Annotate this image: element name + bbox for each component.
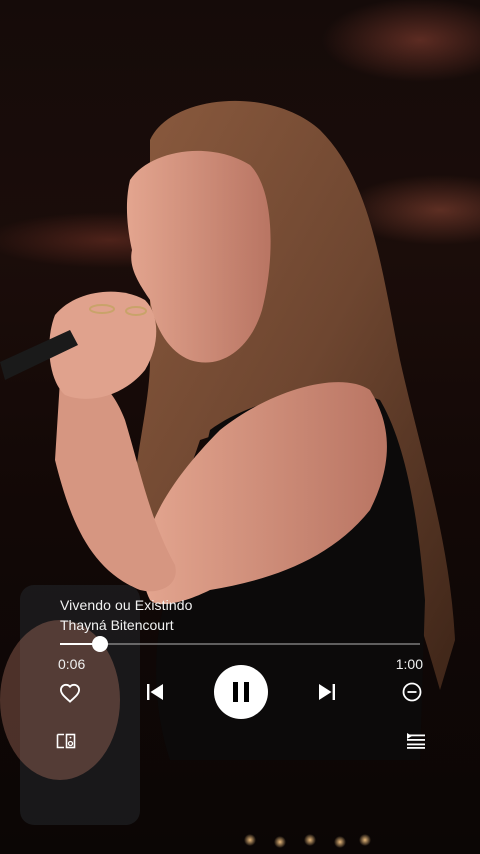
song-title[interactable]: Vivendo ou Existindo [60,596,193,614]
progress-bar[interactable] [60,636,420,652]
progress-thumb[interactable] [91,636,108,652]
connect-device-icon [56,733,76,749]
skip-next-icon [319,684,335,700]
hide-song-button[interactable] [400,680,424,704]
heart-icon [59,683,81,703]
pause-icon [233,682,249,702]
connect-devices-button[interactable] [54,730,78,752]
total-duration: 1:00 [395,656,423,672]
bokeh-light [244,834,256,846]
bokeh-light [274,836,286,848]
bokeh-light [304,834,316,846]
elapsed-time: 0:06 [58,656,86,672]
artist-name[interactable]: Thayná Bitencourt [60,616,193,634]
now-playing-info: Vivendo ou Existindo Thayná Bitencourt [60,596,193,634]
previous-button[interactable] [143,680,167,704]
next-button[interactable] [315,680,339,704]
queue-button[interactable] [404,730,428,752]
performer-illustration [0,100,455,848]
pause-button[interactable] [214,665,268,719]
bokeh-light [359,834,371,846]
queue-icon [407,733,425,749]
bokeh-light [334,836,346,848]
skip-previous-icon [147,684,163,700]
like-button[interactable] [58,681,82,705]
minus-circle-icon [402,682,422,702]
